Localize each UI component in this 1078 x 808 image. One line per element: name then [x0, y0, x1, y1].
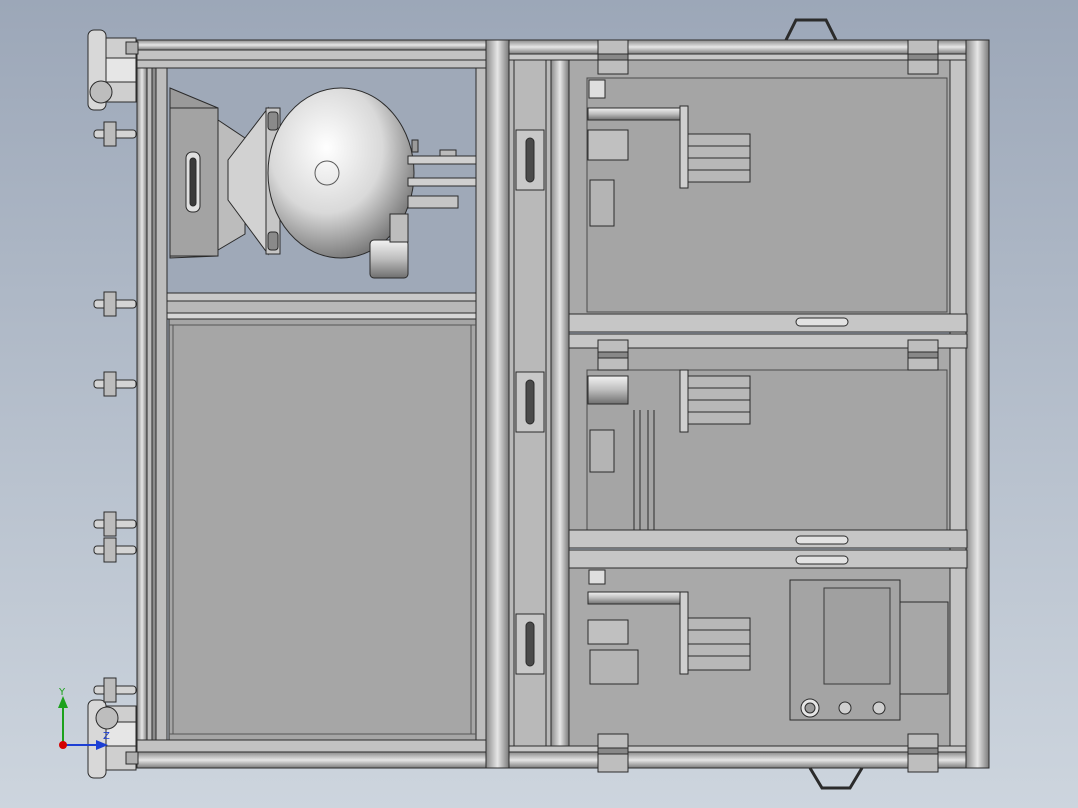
left-lower-panel [168, 318, 477, 741]
caster-top[interactable] [87, 29, 139, 111]
knob-2 [838, 701, 852, 715]
knob-1 [800, 698, 820, 718]
hinge-ml [597, 339, 629, 371]
hinge-tr [907, 39, 939, 75]
middle-bay[interactable] [568, 333, 968, 549]
hinge-bl [597, 733, 629, 773]
hinge-tl [597, 39, 629, 75]
hinge-mr [907, 339, 939, 371]
model-canvas[interactable] [0, 0, 1078, 808]
caster-bottom[interactable] [87, 699, 139, 779]
triad-x-axis [59, 741, 67, 749]
triad-z-label: Z [103, 731, 110, 742]
top-bay[interactable] [568, 59, 968, 333]
hinge-br [907, 733, 939, 773]
triad-y-label: Y [59, 687, 66, 698]
knob-3 [872, 701, 886, 715]
cad-viewport[interactable]: Y Z [0, 0, 1078, 808]
